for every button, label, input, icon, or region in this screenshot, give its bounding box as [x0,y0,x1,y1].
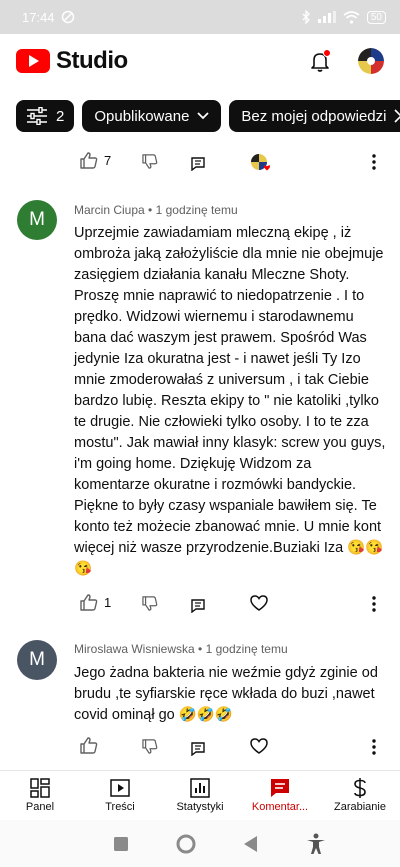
chip-no-reply[interactable]: Bez mojej odpowiedzi [229,100,400,132]
reply-button[interactable] [191,742,205,756]
content-icon [110,779,130,797]
status-time: 17:44 [22,9,55,25]
like-count: 1 [104,595,112,610]
signal-icon [317,11,336,23]
account-avatar[interactable] [358,48,384,74]
comment-item: M Marcin Ciupa • 1 godzinę temu Uprzejmi… [0,198,400,618]
recents-icon[interactable] [114,836,128,851]
reply-button[interactable] [191,599,205,613]
reply-icon [191,742,205,756]
nav-dashboard[interactable]: Panel [0,771,80,820]
youtube-logo-icon [16,49,50,73]
more-vert-icon [372,739,376,755]
creator-heart-button[interactable] [250,153,272,173]
heart-icon [250,595,268,611]
filter-button[interactable]: 2 [16,100,75,132]
sliders-icon [27,107,47,125]
like-button[interactable] [80,737,104,754]
more-options-button[interactable] [372,596,376,612]
chevron-down-icon [197,112,210,120]
comment-item: M Miroslawa Wisniewska • 1 godzinę temu … [0,638,400,768]
analytics-icon [190,778,210,798]
notification-dot [323,49,331,57]
commenter-avatar[interactable]: M [17,640,57,680]
dislike-button[interactable] [142,739,158,754]
nav-label: Panel [25,801,55,813]
accessibility-icon[interactable] [306,833,326,855]
status-bar: 17:44 50 [0,0,400,34]
thumbs-down-icon [142,154,158,169]
youtube-studio-logo[interactable]: Studio [16,47,128,75]
comment-time: 1 godzinę temu [205,642,288,656]
comment-author[interactable]: Marcin Ciupa [74,203,145,217]
heart-button[interactable] [250,595,268,611]
thumbs-down-icon [142,596,158,611]
comment-time: 1 godzinę temu [155,203,238,217]
meta-separator: • [198,642,206,656]
like-button[interactable]: 1 [80,594,111,611]
comment-actions [0,735,400,759]
filter-bar: 2 Opublikowane Bez mojej odpowiedzi [0,100,400,136]
chip-published[interactable]: Opublikowane [82,100,222,132]
bottom-navigation: Panel Treści Statystyki Komentar... Zara… [0,770,400,820]
comment-author[interactable]: Miroslawa Wisniewska [74,642,195,656]
earn-icon [354,778,366,798]
nav-comments[interactable]: Komentar... [240,771,320,820]
thumbs-up-icon [80,737,98,754]
bluetooth-icon [302,10,310,24]
dashboard-icon [30,778,50,798]
nav-label: Treści [105,801,135,813]
comment-text: Uprzejmie zawiadamiam mleczną ekipę , iż… [74,225,386,577]
like-count: 7 [104,153,112,168]
dislike-button[interactable] [142,154,158,169]
more-options-button[interactable] [372,154,376,170]
comment-meta: Marcin Ciupa • 1 godzinę temu [74,203,238,217]
dislike-button[interactable] [142,596,158,611]
notifications-button[interactable] [308,49,332,73]
chip-label: Opublikowane [94,107,190,125]
battery-indicator: 50 [366,10,386,24]
app-name: Studio [56,47,128,74]
more-vert-icon [372,596,376,612]
reply-icon [191,599,205,613]
filter-count: 2 [56,107,65,125]
nav-content[interactable]: Treści [80,771,160,820]
more-vert-icon [372,154,376,170]
meta-separator: • [148,203,156,217]
thumbs-down-icon [142,739,158,754]
thumbs-up-icon [80,594,98,611]
comments-icon [271,779,289,797]
reply-button[interactable] [191,157,205,171]
chip-label: Bez mojej odpowiedzi [241,107,387,125]
more-options-button[interactable] [372,739,376,755]
comment-text: Jego żadna bakteria nie weźmie gdyż zgin… [74,665,378,723]
reply-icon [191,157,205,171]
commenter-avatar[interactable]: M [17,200,57,240]
like-button[interactable]: 7 [80,152,111,169]
system-navigation-bar [0,820,400,867]
close-icon[interactable] [394,109,400,123]
nav-label: Zarabianie [334,801,386,813]
back-icon[interactable] [244,835,258,852]
home-icon[interactable] [176,834,196,854]
comment-meta: Miroslawa Wisniewska • 1 godzinę temu [74,642,288,656]
nav-label: Komentar... [251,801,309,813]
do-not-disturb-icon [61,10,74,24]
heart-icon [250,738,268,754]
wifi-icon [343,10,360,24]
nav-analytics[interactable]: Statystyki [160,771,240,820]
creator-heart-icon [251,154,270,171]
thumbs-up-icon [80,152,98,169]
previous-comment-actions: 7 [0,148,400,178]
avatar-letter: M [29,209,45,230]
avatar-letter: M [29,649,45,670]
app-header: Studio [0,34,400,88]
heart-button[interactable] [250,738,268,754]
nav-label: Statystyki [176,801,224,813]
nav-earn[interactable]: Zarabianie [320,771,400,820]
comment-actions: 1 [0,592,400,616]
